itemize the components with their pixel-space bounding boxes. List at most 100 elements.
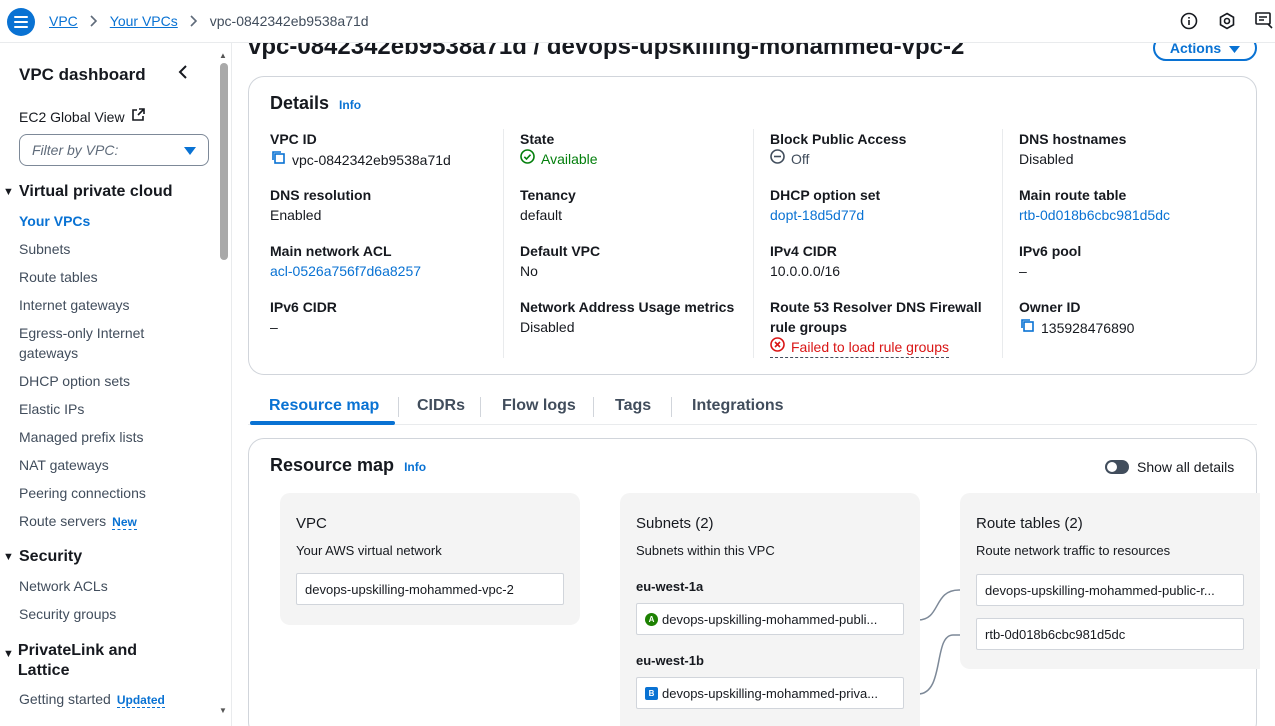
availability-zone-label: eu-west-1a — [636, 579, 704, 594]
feedback-icon[interactable] — [1255, 11, 1275, 31]
subnet-b-icon: B — [645, 686, 658, 700]
state-value: Available — [541, 151, 598, 167]
tab-resource-map[interactable]: Resource map — [269, 397, 379, 415]
sidebar-item-label: EC2 Global View — [19, 108, 125, 125]
scroll-down-arrow-icon[interactable]: ▼ — [219, 706, 227, 715]
toggle-label: Show all details — [1137, 459, 1235, 475]
menu-icon[interactable] — [7, 8, 35, 36]
show-all-details-toggle[interactable]: Show all details — [1105, 459, 1234, 475]
scroll-up-arrow-icon[interactable]: ▲ — [219, 51, 227, 60]
subnet-a-icon: A — [645, 612, 658, 626]
field-route53-resolver: Route 53 Resolver DNS Firewall rule grou… — [770, 297, 1010, 358]
field-ipv6-pool: IPv6 pool – — [1019, 241, 1259, 281]
field-label: IPv6 CIDR — [270, 299, 337, 315]
sidebar-item-nat-gateways[interactable]: NAT gateways — [19, 455, 109, 475]
subnet-item-private[interactable]: B devops-upskilling-mohammed-priva... — [636, 677, 904, 709]
sidebar-scrollbar[interactable] — [220, 63, 228, 260]
field-label: Tenancy — [520, 187, 576, 203]
main-network-acl-link[interactable]: acl-0526a756f7d6a8257 — [270, 261, 510, 281]
sidebar-item-route-servers[interactable]: Route servers New — [19, 511, 137, 532]
field-value: Disabled — [520, 319, 575, 335]
tab-integrations[interactable]: Integrations — [692, 397, 784, 415]
sidebar-item-egress-only-internet-gateways[interactable]: Egress-only Internet gateways — [19, 323, 169, 363]
sidebar-item-security-groups[interactable]: Security groups — [19, 604, 116, 624]
main-content: vpc-0842342eb9538a71d / devops-upskillin… — [232, 43, 1275, 726]
field-ipv4-cidr: IPv4 CIDR 10.0.0.0/16 — [770, 241, 1010, 281]
error-circle-icon — [770, 337, 785, 357]
sidebar-item-network-acls[interactable]: Network ACLs — [19, 576, 108, 596]
details-title: Details — [270, 93, 330, 113]
sidebar-item-dhcp-option-sets[interactable]: DHCP option sets — [19, 371, 130, 391]
vpc-resource-item[interactable]: devops-upskilling-mohammed-vpc-2 — [296, 573, 564, 605]
field-value: Available — [520, 149, 760, 169]
tab-bar: Resource map CIDRs Flow logs Tags Integr… — [248, 383, 1257, 425]
breadcrumb-your-vpcs-link[interactable]: Your VPCs — [110, 13, 178, 29]
resource-map-heading: Resource map Info — [270, 455, 426, 476]
resource-map-info-link[interactable]: Info — [404, 460, 426, 474]
sidebar-item-getting-started[interactable]: Getting started Updated — [19, 689, 165, 710]
copy-icon[interactable] — [1019, 317, 1035, 338]
sidebar-section-virtual-private-cloud[interactable]: ▼ Virtual private cloud — [3, 183, 173, 201]
sidebar: VPC dashboard EC2 Global View Filter by … — [0, 43, 232, 726]
sidebar-section-privatelink[interactable]: ▼ PrivateLink and Lattice — [3, 641, 153, 681]
top-icons — [1179, 11, 1275, 31]
dhcp-option-set-link[interactable]: dopt-18d5d77d — [770, 205, 1010, 225]
field-label: DNS hostnames — [1019, 131, 1127, 147]
field-label: Route 53 Resolver DNS Firewall — [770, 299, 982, 315]
vpc-id-value: vpc-0842342eb9538a71d — [292, 151, 451, 168]
sidebar-section-security[interactable]: ▼ Security — [3, 548, 82, 566]
sidebar-title[interactable]: VPC dashboard — [19, 65, 146, 85]
route-table-item-public[interactable]: devops-upskilling-mohammed-public-r... — [976, 574, 1244, 606]
sidebar-item-label: Getting started — [19, 691, 111, 707]
caret-expanded-icon: ▼ — [3, 186, 14, 198]
tab-flow-logs[interactable]: Flow logs — [502, 397, 576, 415]
field-block-public-access: Block Public Access Off — [770, 129, 1010, 169]
details-heading: Details Info — [270, 93, 361, 114]
new-badge: New — [112, 515, 137, 530]
field-label: DHCP option set — [770, 187, 881, 203]
minus-circle-icon — [770, 149, 785, 169]
external-link-icon — [131, 108, 145, 125]
chevron-right-icon — [190, 15, 198, 27]
caret-down-icon — [184, 142, 196, 158]
sidebar-item-your-vpcs[interactable]: Your VPCs — [19, 211, 90, 231]
field-label: IPv6 pool — [1019, 243, 1082, 259]
tab-tags[interactable]: Tags — [615, 397, 651, 415]
copy-icon[interactable] — [270, 149, 286, 170]
sidebar-item-internet-gateways[interactable]: Internet gateways — [19, 295, 130, 315]
sidebar-item-subnets[interactable]: Subnets — [19, 239, 70, 259]
subnet-item-public[interactable]: A devops-upskilling-mohammed-publi... — [636, 603, 904, 635]
info-circle-icon[interactable] — [1179, 11, 1199, 31]
breadcrumb: VPC Your VPCs vpc-0842342eb9538a71d — [49, 13, 369, 29]
subnet-name: devops-upskilling-mohammed-priva... — [662, 685, 879, 701]
field-value: 135928476890 — [1019, 317, 1259, 338]
vpc-filter-select[interactable]: Filter by VPC: — [19, 134, 209, 166]
caret-expanded-icon: ▼ — [3, 551, 14, 563]
tab-cidrs[interactable]: CIDRs — [417, 397, 465, 415]
field-label: Main route table — [1019, 187, 1127, 203]
sidebar-item-route-tables[interactable]: Route tables — [19, 267, 98, 287]
main-route-table-link[interactable]: rtb-0d018b6cbc981d5dc — [1019, 205, 1259, 225]
field-tenancy: Tenancy default — [520, 185, 760, 225]
toggle-switch[interactable] — [1105, 460, 1129, 474]
owner-id-value: 135928476890 — [1041, 319, 1135, 336]
sidebar-item-elastic-ips[interactable]: Elastic IPs — [19, 399, 84, 419]
collapse-sidebar-icon[interactable] — [178, 65, 188, 82]
sidebar-item-ec2-global-view[interactable]: EC2 Global View — [19, 108, 145, 125]
field-value-error[interactable]: Failed to load rule groups — [770, 337, 949, 358]
route-tables-box-title: Route tables (2) — [976, 515, 1083, 532]
breadcrumb-vpc-link[interactable]: VPC — [49, 13, 78, 29]
sidebar-item-peering-connections[interactable]: Peering connections — [19, 483, 146, 503]
route-table-item-main[interactable]: rtb-0d018b6cbc981d5dc — [976, 618, 1244, 650]
settings-hex-icon[interactable] — [1217, 11, 1237, 31]
page-title: vpc-0842342eb9538a71d / devops-upskillin… — [248, 43, 965, 60]
subnets-box-subtitle: Subnets within this VPC — [636, 543, 775, 558]
details-info-link[interactable]: Info — [339, 98, 361, 112]
sidebar-section-label: Security — [19, 548, 83, 565]
field-dns-hostnames: DNS hostnames Disabled — [1019, 129, 1259, 169]
active-tab-indicator — [250, 421, 395, 425]
sidebar-item-managed-prefix-lists[interactable]: Managed prefix lists — [19, 427, 144, 447]
actions-button[interactable]: Actions — [1153, 43, 1257, 61]
field-label: VPC ID — [270, 131, 317, 147]
check-circle-icon — [520, 149, 535, 169]
